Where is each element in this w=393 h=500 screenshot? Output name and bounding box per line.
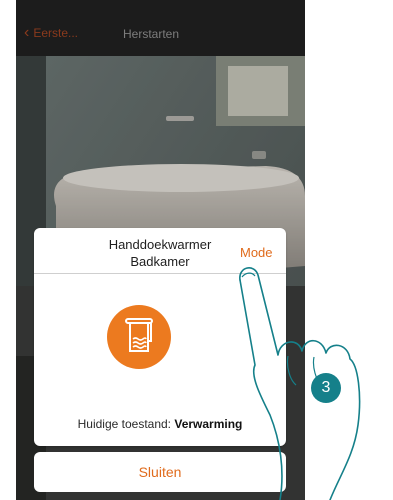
top-bar: ‹ Eerste... Herstarten [16,0,305,56]
status-label: Huidige toestand: [77,417,172,431]
chevron-left-icon: ‹ [24,24,30,41]
back-label: Eerste... [33,26,79,40]
pointing-hand-illustration [239,267,361,500]
close-label: Sluiten [138,464,182,480]
towel-warmer-icon [107,305,171,369]
step-number-badge: 3 [311,373,341,403]
back-button[interactable]: ‹ Eerste... [24,24,79,41]
page-title: Herstarten [123,27,180,41]
